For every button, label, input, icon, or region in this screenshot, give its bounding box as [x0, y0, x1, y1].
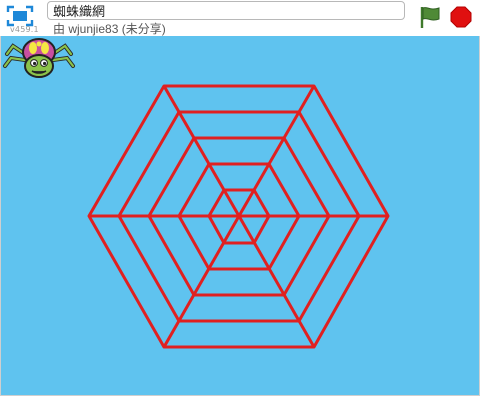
green-flag-button[interactable] — [418, 5, 442, 29]
version-label: v459.1 — [10, 25, 39, 34]
web-spoke — [237, 85, 316, 217]
web-spoke — [237, 215, 316, 348]
green-flag-icon — [420, 7, 440, 28]
web-spoke — [162, 85, 241, 217]
spider-sprite[interactable] — [1, 36, 77, 82]
web-spoke — [162, 215, 241, 348]
author-label: 由 wjunjie83 (未分享) — [53, 22, 166, 36]
stop-button[interactable] — [450, 6, 472, 28]
spider-web — [87, 84, 390, 349]
player-toolbar: v459.1 由 wjunjie83 (未分享) — [0, 0, 482, 36]
stop-sign-icon — [450, 6, 472, 28]
project-title-input[interactable] — [47, 1, 405, 20]
stage[interactable] — [0, 36, 480, 396]
